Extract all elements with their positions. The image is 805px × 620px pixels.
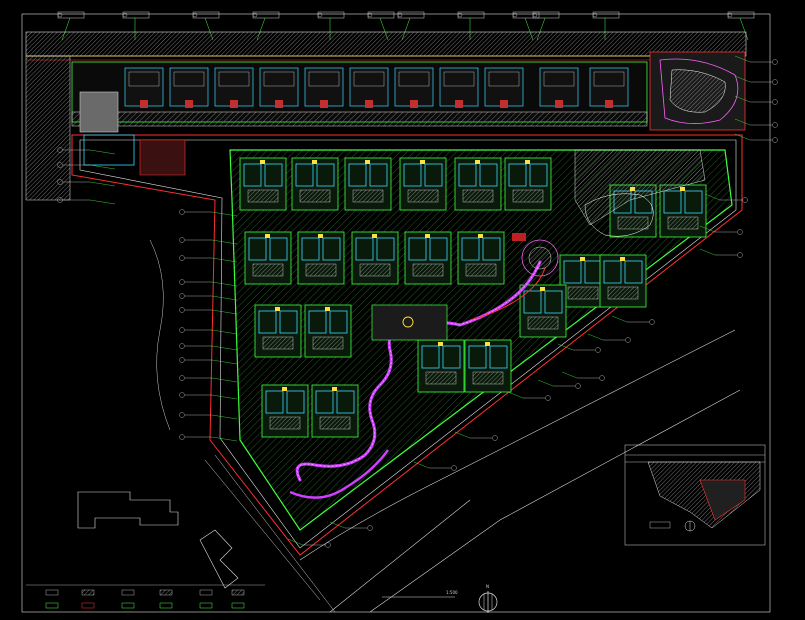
west-hatched-area [25,55,71,201]
site-plan-drawing: 1:500 N [0,0,805,620]
residential-building [261,384,309,438]
residential-building [291,157,339,211]
residential-building [504,157,552,211]
residential-building [351,231,399,285]
residential-building [404,231,452,285]
residential-building [311,384,359,438]
northeast-plaza [649,51,746,131]
residential-building [254,304,302,358]
drawing-scale: 1:500 [446,590,458,595]
residential-building [399,157,447,211]
residential-building [457,231,505,285]
north-commercial-strip [71,61,648,127]
residential-building [304,304,352,358]
residential-building [344,157,392,211]
north-label: N [486,584,489,589]
residential-building [454,157,502,211]
north-street-strip [25,31,747,61]
residential-building [599,254,647,308]
residential-building [659,184,707,238]
residential-building [244,231,292,285]
residential-building [559,254,607,308]
residential-building [464,339,512,393]
residential-building [297,231,345,285]
residential-building [417,339,465,393]
residential-building [239,157,287,211]
